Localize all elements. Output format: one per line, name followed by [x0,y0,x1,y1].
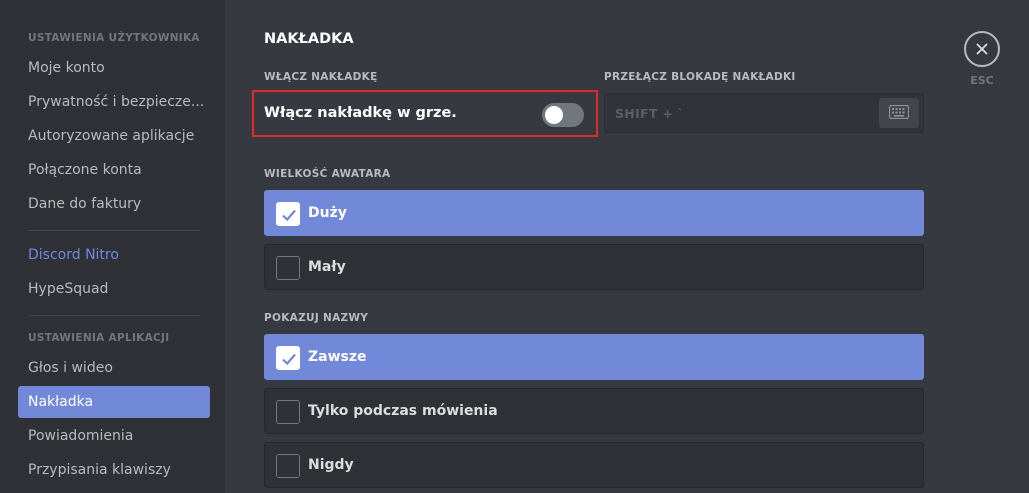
sidebar-item-billing[interactable]: Dane do faktury [18,188,210,220]
sidebar-item-keybinds[interactable]: Przypisania klawiszy [18,454,210,486]
option-label: Tylko podczas mówienia [308,403,498,419]
sidebar-item-privacy-safety[interactable]: Prywatność i bezpiecze... [18,86,210,118]
overlay-lock-keybind-field[interactable]: SHIFT + ` [604,93,924,133]
avatar-size-option-large[interactable]: Duży [264,190,924,236]
show-names-option-while-speaking[interactable]: Tylko podczas mówienia [264,388,924,434]
sidebar-item-hypesquad[interactable]: HypeSquad [18,273,210,305]
record-keybind-button[interactable] [879,98,919,128]
sidebar-item-overlay[interactable]: Nakładka [18,386,210,418]
page-title: NAKŁADKA [264,31,354,47]
sidebar-item-my-account[interactable]: Moje konto [18,52,210,84]
show-names-section-label: POKAZUJ NAZWY [264,312,369,324]
sidebar-divider [28,315,200,316]
overlay-lock-section-label: PRZEŁĄCZ BLOKADĘ NAKŁADKI [604,71,796,83]
option-label: Zawsze [308,349,367,365]
checkbox[interactable] [276,346,300,370]
sidebar-divider [28,230,200,231]
settings-content: NAKŁADKA WŁĄCZ NAKŁADKĘ PRZEŁĄCZ BLOKADĘ… [225,0,1029,493]
enable-overlay-toggle[interactable] [542,103,584,127]
checkbox[interactable] [276,400,300,424]
option-label: Duży [308,205,347,221]
sidebar-item-discord-nitro[interactable]: Discord Nitro [18,239,210,271]
settings-sidebar: USTAWIENIA UŻYTKOWNIKA Moje konto Prywat… [0,0,225,493]
enable-overlay-row: Włącz nakładkę w grze. [252,90,598,137]
show-names-option-never[interactable]: Nigdy [264,442,924,488]
close-settings-button[interactable] [964,31,1000,67]
checkbox[interactable] [276,202,300,226]
avatar-size-section-label: WIELKOŚĆ AWATARA [264,168,391,180]
app-settings-header: USTAWIENIA APLIKACJI [28,332,170,344]
checkbox[interactable] [276,454,300,478]
sidebar-item-notifications[interactable]: Powiadomienia [18,420,210,452]
option-label: Nigdy [308,457,354,473]
esc-label: ESC [970,74,994,87]
sidebar-item-authorized-apps[interactable]: Autoryzowane aplikacje [18,120,210,152]
settings-window: USTAWIENIA UŻYTKOWNIKA Moje konto Prywat… [0,0,1029,493]
user-settings-header: USTAWIENIA UŻYTKOWNIKA [28,32,200,44]
sidebar-item-connections[interactable]: Połączone konta [18,154,210,186]
enable-overlay-section-label: WŁĄCZ NAKŁADKĘ [264,71,378,83]
option-label: Mały [308,259,346,275]
avatar-size-option-small[interactable]: Mały [264,244,924,290]
toggle-knob [545,106,563,124]
checkbox[interactable] [276,256,300,280]
enable-overlay-label: Włącz nakładkę w grze. [264,105,457,121]
sidebar-item-voice-video[interactable]: Głos i wideo [18,352,210,384]
keybind-value: SHIFT + ` [615,106,685,121]
show-names-option-always[interactable]: Zawsze [264,334,924,380]
